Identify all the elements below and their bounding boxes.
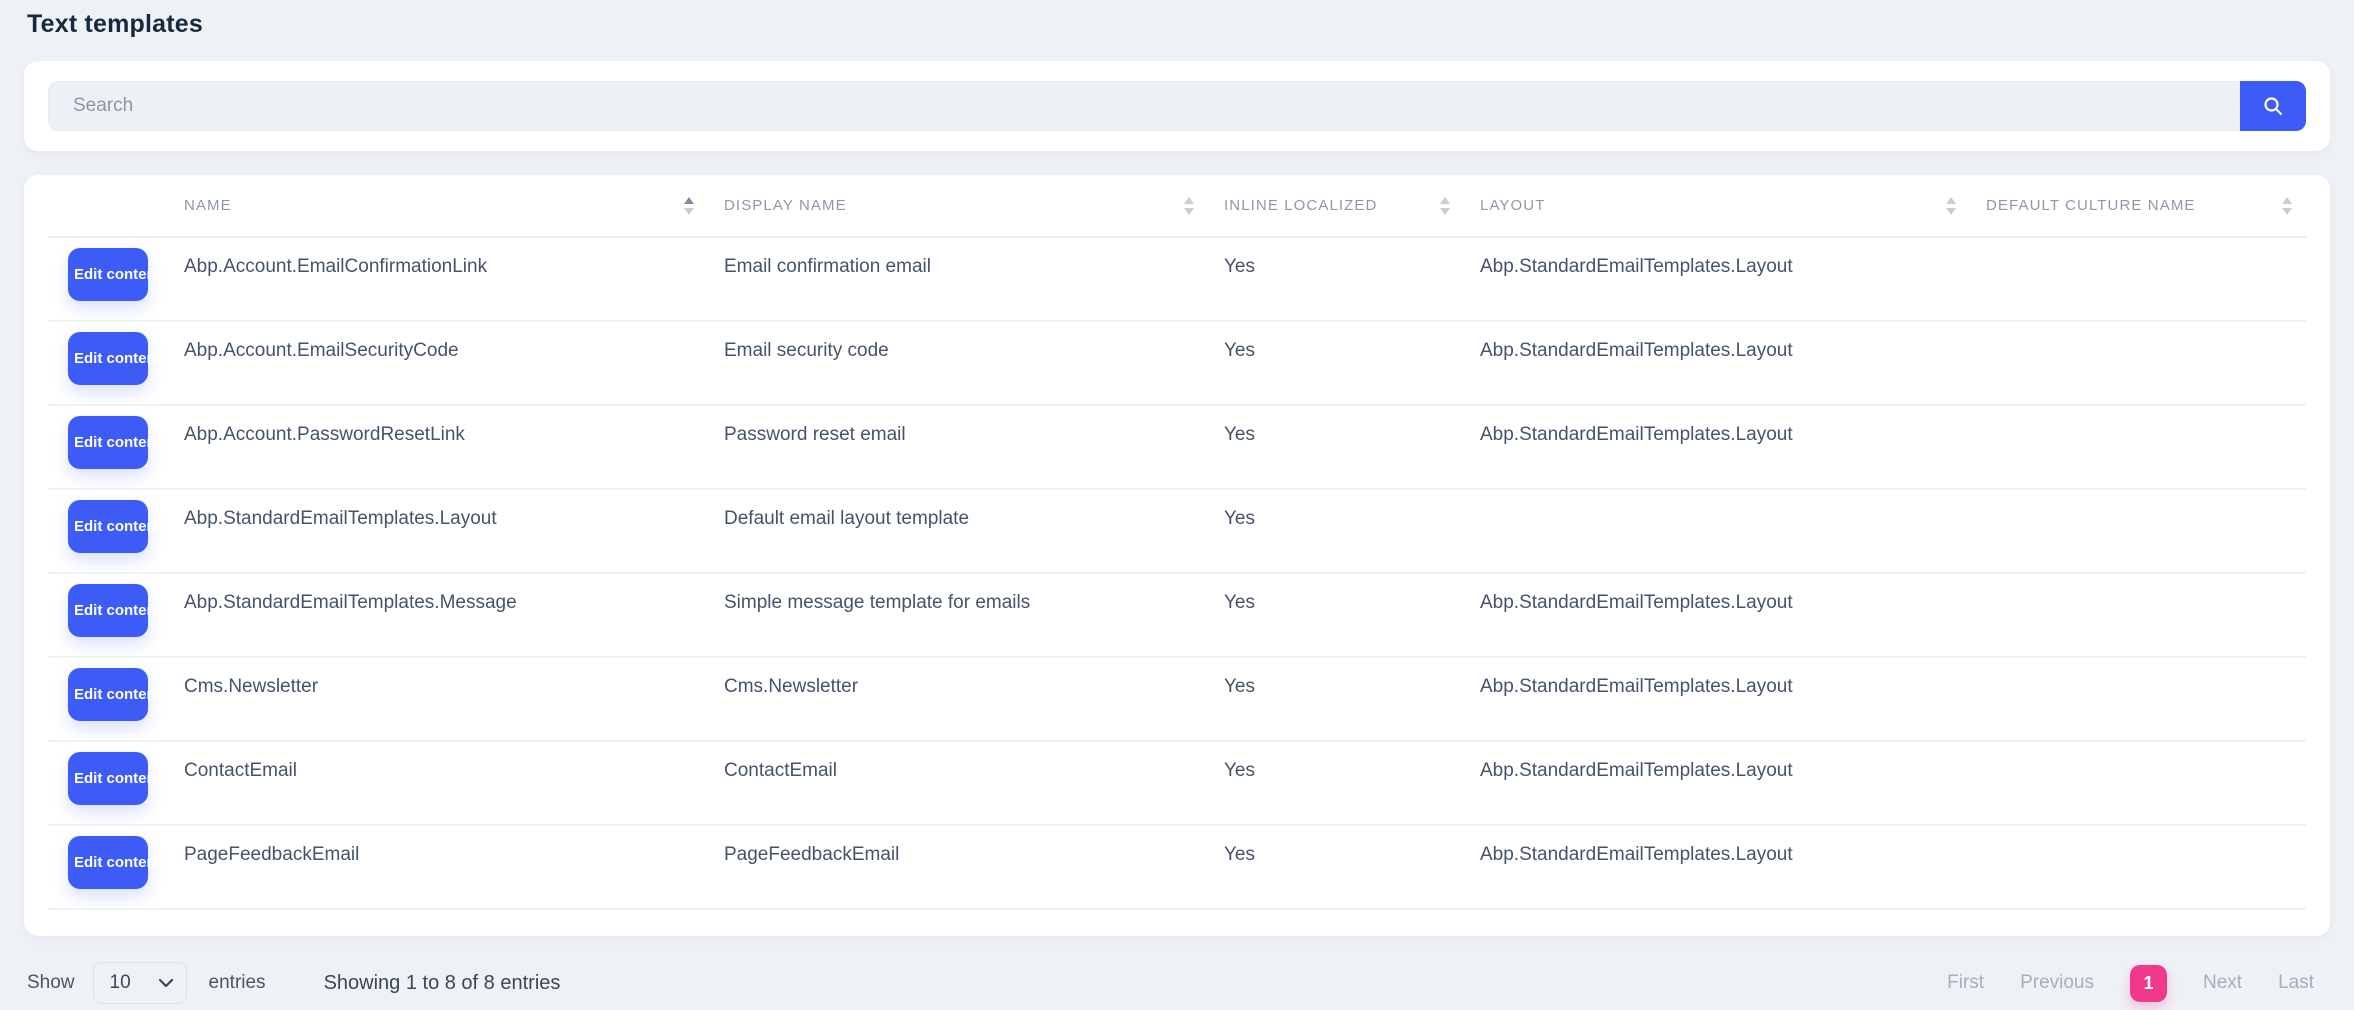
chevron-down-icon <box>158 978 174 988</box>
cell-layout: Abp.StandardEmailTemplates.Layout <box>1464 237 1970 321</box>
edit-contents-button[interactable]: Edit contents <box>68 248 148 301</box>
cell-inline-localized: Yes <box>1208 741 1464 825</box>
cell-layout: Abp.StandardEmailTemplates.Layout <box>1464 405 1970 489</box>
column-header-label: DISPLAY NAME <box>724 197 847 214</box>
sort-asc-icon <box>684 197 694 215</box>
table-row: Edit contents Abp.Account.EmailConfirmat… <box>48 237 2306 321</box>
entries-label: entries <box>209 972 266 994</box>
column-header-inline-localized[interactable]: INLINE LOCALIZED <box>1208 175 1464 237</box>
sort-icon <box>1946 197 1956 215</box>
edit-contents-button[interactable]: Edit contents <box>68 416 148 469</box>
column-header-name[interactable]: NAME <box>168 175 708 237</box>
table-header-row: NAME DISPLAY NAME INLINE LOCALIZED <box>48 175 2306 237</box>
cell-default-culture-name <box>1970 573 2306 657</box>
table-row: Edit contents ContactEmail ContactEmail … <box>48 741 2306 825</box>
cell-display-name: PageFeedbackEmail <box>708 825 1208 909</box>
cell-default-culture-name <box>1970 741 2306 825</box>
edit-contents-button[interactable]: Edit contents <box>68 584 148 637</box>
cell-name: Abp.Account.PasswordResetLink <box>168 405 708 489</box>
edit-contents-button[interactable]: Edit contents <box>68 752 148 805</box>
cell-inline-localized: Yes <box>1208 237 1464 321</box>
cell-name: Abp.StandardEmailTemplates.Layout <box>168 489 708 573</box>
cell-display-name: Email confirmation email <box>708 237 1208 321</box>
column-header-label: INLINE LOCALIZED <box>1224 197 1377 214</box>
cell-default-culture-name <box>1970 237 2306 321</box>
pagination-last[interactable]: Last <box>2278 972 2314 994</box>
cell-default-culture-name <box>1970 405 2306 489</box>
search-group <box>48 81 2306 131</box>
cell-layout: Abp.StandardEmailTemplates.Layout <box>1464 825 1970 909</box>
search-button[interactable] <box>2240 81 2306 131</box>
sort-icon <box>1440 197 1450 215</box>
column-header-label: LAYOUT <box>1480 197 1546 214</box>
cell-name: Abp.Account.EmailSecurityCode <box>168 321 708 405</box>
sort-icon <box>2282 197 2292 215</box>
cell-layout: Abp.StandardEmailTemplates.Layout <box>1464 741 1970 825</box>
column-header-label: DEFAULT CULTURE NAME <box>1986 197 2196 214</box>
cell-display-name: Cms.Newsletter <box>708 657 1208 741</box>
cell-name: ContactEmail <box>168 741 708 825</box>
search-icon <box>2262 95 2284 117</box>
cell-name: Abp.StandardEmailTemplates.Message <box>168 573 708 657</box>
column-header-display-name[interactable]: DISPLAY NAME <box>708 175 1208 237</box>
cell-default-culture-name <box>1970 321 2306 405</box>
cell-layout <box>1464 489 1970 573</box>
table-footer: Show 10 entries Showing 1 to 8 of 8 entr… <box>0 936 2354 1004</box>
search-input[interactable] <box>48 81 2240 131</box>
entries-summary: Showing 1 to 8 of 8 entries <box>324 972 561 995</box>
cell-default-culture-name <box>1970 825 2306 909</box>
table-row: Edit contents Abp.StandardEmailTemplates… <box>48 573 2306 657</box>
text-templates-page: Text templates <box>0 0 2354 1010</box>
page-size-select[interactable]: 10 <box>93 962 187 1004</box>
cell-inline-localized: Yes <box>1208 573 1464 657</box>
cell-display-name: Password reset email <box>708 405 1208 489</box>
footer-left: Show 10 entries Showing 1 to 8 of 8 entr… <box>27 962 560 1004</box>
cell-inline-localized: Yes <box>1208 321 1464 405</box>
cell-display-name: Simple message template for emails <box>708 573 1208 657</box>
cell-inline-localized: Yes <box>1208 825 1464 909</box>
table-row: Edit contents Cms.Newsletter Cms.Newslet… <box>48 657 2306 741</box>
column-header-actions <box>48 175 168 237</box>
edit-contents-button[interactable]: Edit contents <box>68 332 148 385</box>
cell-layout: Abp.StandardEmailTemplates.Layout <box>1464 573 1970 657</box>
edit-contents-button[interactable]: Edit contents <box>68 836 148 889</box>
table-row: Edit contents Abp.Account.PasswordResetL… <box>48 405 2306 489</box>
pagination-previous[interactable]: Previous <box>2020 972 2094 994</box>
cell-name: Cms.Newsletter <box>168 657 708 741</box>
cell-name: Abp.Account.EmailConfirmationLink <box>168 237 708 321</box>
cell-default-culture-name <box>1970 657 2306 741</box>
cell-display-name: Default email layout template <box>708 489 1208 573</box>
cell-default-culture-name <box>1970 489 2306 573</box>
cell-inline-localized: Yes <box>1208 405 1464 489</box>
pagination: First Previous 1 Next Last <box>1947 965 2314 1002</box>
pagination-current-page[interactable]: 1 <box>2130 965 2167 1002</box>
cell-inline-localized: Yes <box>1208 489 1464 573</box>
cell-display-name: ContactEmail <box>708 741 1208 825</box>
cell-inline-localized: Yes <box>1208 657 1464 741</box>
pagination-next[interactable]: Next <box>2203 972 2242 994</box>
cell-name: PageFeedbackEmail <box>168 825 708 909</box>
templates-table: NAME DISPLAY NAME INLINE LOCALIZED <box>48 175 2306 910</box>
table-row: Edit contents Abp.StandardEmailTemplates… <box>48 489 2306 573</box>
sort-icon <box>1184 197 1194 215</box>
edit-contents-button[interactable]: Edit contents <box>68 500 148 553</box>
table-row: Edit contents Abp.Account.EmailSecurityC… <box>48 321 2306 405</box>
cell-display-name: Email security code <box>708 321 1208 405</box>
templates-table-card: NAME DISPLAY NAME INLINE LOCALIZED <box>24 175 2330 936</box>
column-header-default-culture-name[interactable]: DEFAULT CULTURE NAME <box>1970 175 2306 237</box>
table-row: Edit contents PageFeedbackEmail PageFeed… <box>48 825 2306 909</box>
cell-layout: Abp.StandardEmailTemplates.Layout <box>1464 657 1970 741</box>
page-size-value: 10 <box>110 972 131 994</box>
edit-contents-button[interactable]: Edit contents <box>68 668 148 721</box>
search-card <box>24 61 2330 151</box>
cell-layout: Abp.StandardEmailTemplates.Layout <box>1464 321 1970 405</box>
column-header-layout[interactable]: LAYOUT <box>1464 175 1970 237</box>
show-label: Show <box>27 972 75 994</box>
pagination-first[interactable]: First <box>1947 972 1984 994</box>
column-header-label: NAME <box>184 197 232 214</box>
page-title: Text templates <box>0 0 2354 39</box>
